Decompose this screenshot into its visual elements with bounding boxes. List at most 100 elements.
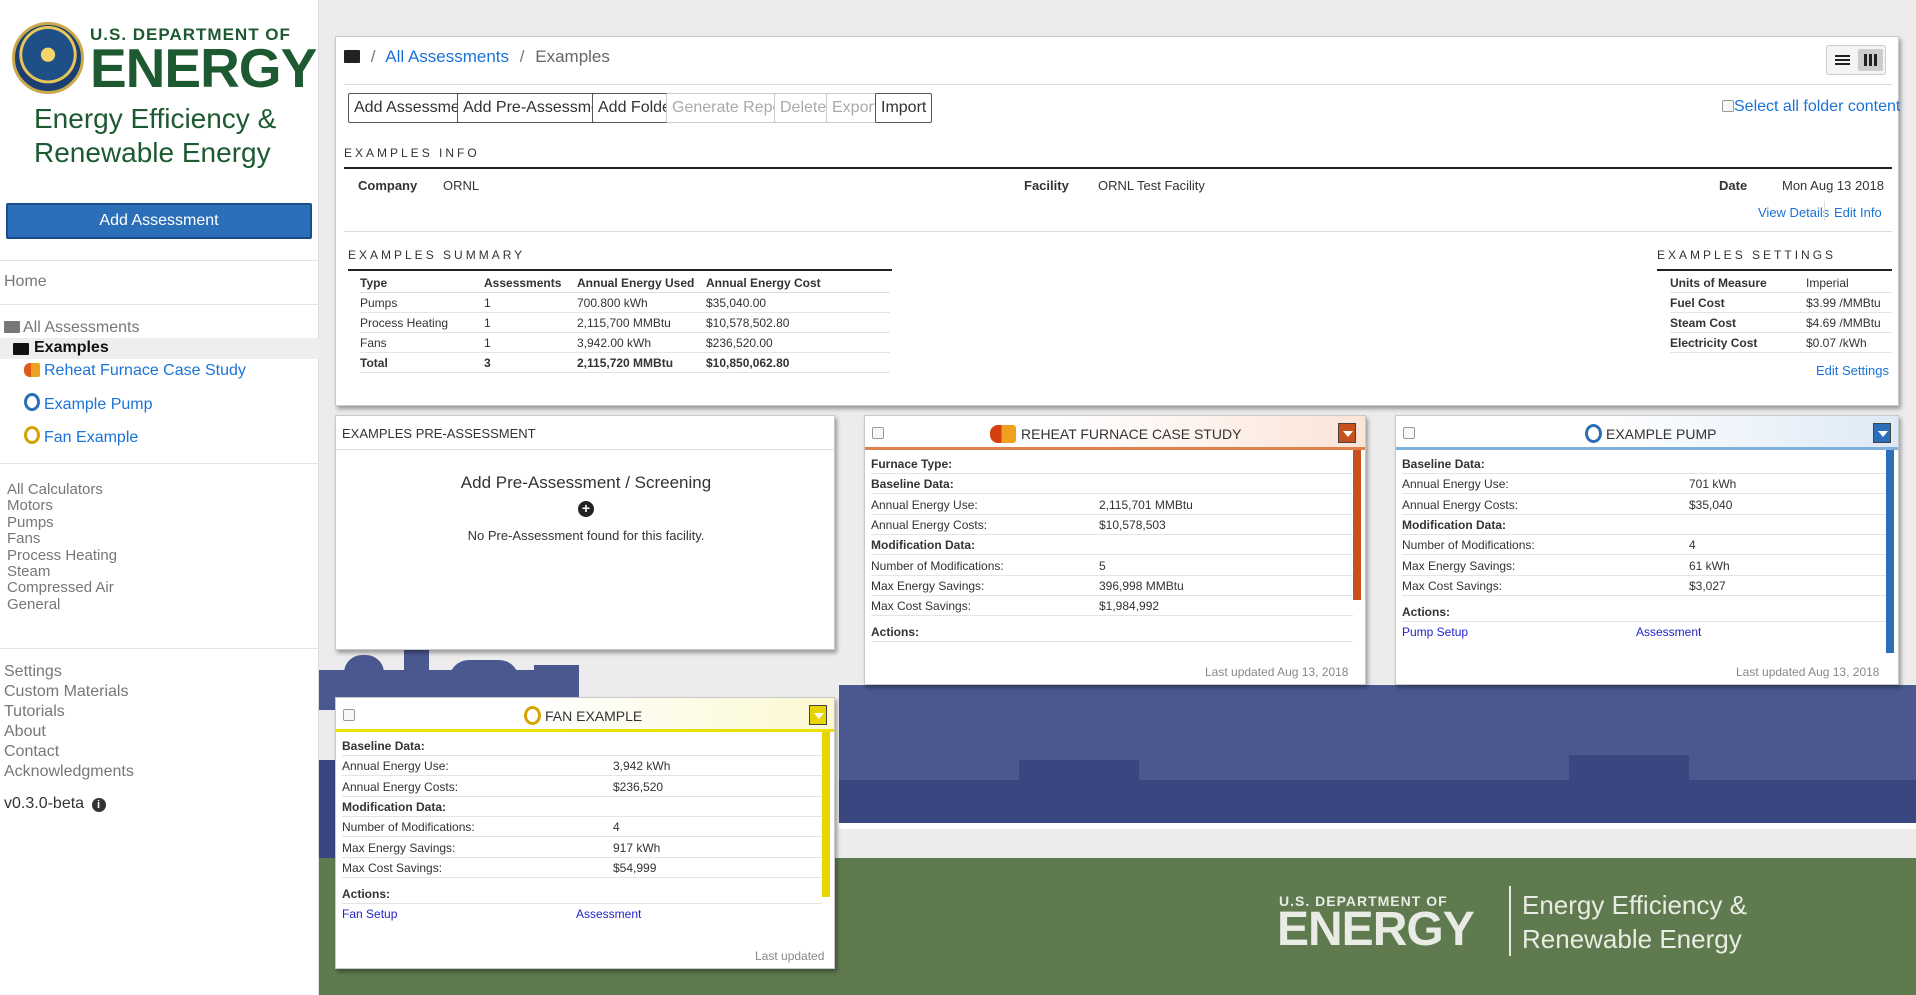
import-button[interactable]: Import (875, 93, 933, 123)
select-all-checkbox[interactable] (1722, 100, 1734, 112)
pump-select-checkbox[interactable] (1403, 427, 1415, 439)
nav-contact[interactable]: Contact (4, 743, 59, 761)
settings-label: Electricity Cost (1670, 336, 1758, 350)
fan-select-checkbox[interactable] (343, 709, 355, 721)
furnace-data-value: $10,578,503 (1099, 517, 1166, 532)
folder-card: / All Assessments / Examples Add Assessm… (335, 36, 1900, 406)
fan-assessment-link[interactable]: Assessment (576, 904, 641, 924)
nav-all-assessments[interactable]: All Assessments (4, 319, 139, 337)
tree-item-furnace-label: Reheat Furnace Case Study (44, 362, 246, 379)
nav-calculator-all-calculators[interactable]: All Calculators (7, 482, 103, 498)
nav-calculator-compressed-air[interactable]: Compressed Air (7, 580, 114, 596)
breadcrumb-all-assessments[interactable]: All Assessments (385, 47, 509, 66)
edit-info-link[interactable]: Edit Info (1834, 205, 1882, 220)
fan-data-row: Annual Energy Costs: $236,520 (342, 777, 822, 797)
folder-icon (344, 50, 360, 63)
tree-item-furnace[interactable]: Reheat Furnace Case Study (24, 362, 246, 380)
fan-actions-links: Fan Setup Assessment (342, 904, 822, 924)
nav-home[interactable]: Home (4, 273, 47, 291)
nav-settings[interactable]: Settings (4, 663, 62, 681)
nav-calculator-steam[interactable]: Steam (7, 564, 50, 580)
tree-item-fan-label: Fan Example (44, 429, 139, 446)
pump-menu-chevron-icon[interactable] (1873, 423, 1891, 443)
nav-about[interactable]: About (4, 723, 46, 741)
pump-data-value: 4 (1689, 538, 1696, 553)
furnace-select-checkbox[interactable] (872, 427, 884, 439)
grid-view-icon[interactable] (1858, 49, 1883, 71)
pump-tile-body: Baseline Data: Annual Energy Use: 701 kWh A… (1396, 450, 1900, 653)
view-details-link[interactable]: View Details (1758, 205, 1829, 220)
fan-tile-body: Baseline Data: Annual Energy Use: 3,942 kW… (336, 732, 836, 935)
divider (0, 260, 319, 261)
furnace-actions-label: Actions: (871, 625, 919, 640)
nav-calculator-general[interactable]: General (7, 596, 60, 613)
version-label: v0.3.0-beta i (4, 795, 106, 813)
date-value: Mon Aug 13 2018 (1782, 178, 1884, 193)
fan-data-label: Number of Modifications: (342, 820, 475, 835)
add-assessment-button[interactable]: Add Assessment (6, 203, 312, 239)
fan-data-row: Max Energy Savings: 917 kWh (342, 838, 822, 858)
pump-tile-header: EXAMPLE PUMP (1396, 416, 1898, 450)
add-pre-assessment-link[interactable]: Add Pre-Assessment / Screening (336, 473, 836, 493)
furnace-last-updated: Last updated Aug 13, 2018 (1205, 665, 1349, 679)
pump-data-row: Modification Data: (1402, 515, 1886, 535)
fan-data-row: Number of Modifications: 4 (342, 817, 822, 838)
pump-scrollbar[interactable] (1886, 450, 1894, 653)
settings-row: Units of Measure Imperial (1670, 273, 1892, 293)
furnace-menu-chevron-icon[interactable] (1338, 423, 1356, 443)
settings-value: $0.07 /kWh (1806, 336, 1867, 350)
furnace-data-row: Max Cost Savings: $1,984,992 (871, 596, 1353, 617)
fan-data-label: Annual Energy Costs: (342, 779, 459, 794)
logo-eere-line1: Energy Efficiency & (34, 103, 277, 134)
pump-tile: EXAMPLE PUMP Baseline Data: Annual Energy… (1395, 415, 1899, 685)
breadcrumb: / All Assessments / Examples (344, 47, 610, 67)
summary-cell: 3 (484, 356, 491, 370)
nav-examples-row[interactable]: Examples (0, 338, 319, 359)
settings-title: EXAMPLES SETTINGS (1657, 248, 1837, 262)
pump-data-label: Annual Energy Costs: (1402, 497, 1519, 512)
footer-eere-line1: Energy Efficiency & (1522, 890, 1747, 920)
fan-data-label: Modification Data: (342, 799, 446, 814)
furnace-data-value: 2,115,701 MMBtu (1099, 497, 1193, 512)
doe-eere-logo[interactable]: U.S. DEPARTMENT OF ENERGY Energy Efficie… (12, 20, 317, 170)
tree-item-pump[interactable]: Example Pump (24, 393, 153, 414)
divider (1824, 201, 1825, 221)
edit-settings-link[interactable]: Edit Settings (1816, 363, 1889, 378)
main-area: U.S. DEPARTMENT OF ENERGY Energy Efficie… (319, 0, 1916, 995)
furnace-data-label: Baseline Data: (871, 477, 954, 492)
furnace-data-list: Furnace Type: Baseline Data: Annual Energy… (871, 454, 1353, 653)
pump-data-value: $35,040 (1689, 497, 1733, 512)
info-icon[interactable]: i (91, 798, 106, 812)
summary-header-cell: Assessments (484, 276, 562, 290)
pump-assessment-link[interactable]: Assessment (1636, 622, 1701, 642)
fan-actions-row: Actions: (342, 884, 822, 905)
nav-tutorials[interactable]: Tutorials (4, 703, 65, 721)
furnace-scrollbar[interactable] (1353, 450, 1361, 600)
fan-menu-chevron-icon[interactable] (809, 705, 827, 725)
settings-value: Imperial (1806, 276, 1849, 290)
breadcrumb-separator: / (370, 47, 376, 66)
plus-circle-icon[interactable]: + (578, 501, 594, 517)
nav-acknowledgments[interactable]: Acknowledgments (4, 763, 134, 781)
pump-setup-link[interactable]: Pump Setup (1402, 622, 1468, 642)
summary-cell: Process Heating (360, 316, 449, 330)
fan-data-value: 917 kWh (613, 840, 661, 855)
fan-setup-link[interactable]: Fan Setup (342, 904, 397, 924)
list-view-icon[interactable] (1830, 49, 1854, 71)
furnace-data-row: Baseline Data: (871, 474, 1353, 495)
fan-scrollbar[interactable] (822, 732, 830, 897)
nav-custom-materials[interactable]: Custom Materials (4, 683, 128, 701)
fan-data-value: $236,520 (613, 779, 664, 794)
tree-item-fan[interactable]: Fan Example (24, 426, 138, 447)
settings-label: Steam Cost (1670, 316, 1737, 330)
nav-calculator-motors[interactable]: Motors (7, 498, 53, 514)
fan-data-label: Max Energy Savings: (342, 840, 456, 855)
summary-cell: 1 (484, 296, 491, 310)
nav-calculator-process-heating[interactable]: Process Heating (7, 547, 117, 564)
settings-label: Units of Measure (1670, 276, 1767, 290)
select-all-folder[interactable]: Select all folder content (1722, 98, 1900, 116)
nav-calculator-pumps[interactable]: Pumps (7, 514, 54, 531)
fan-data-value: 4 (613, 820, 620, 835)
delete-button[interactable]: Delete (774, 93, 833, 123)
nav-calculator-fans[interactable]: Fans (7, 531, 40, 547)
